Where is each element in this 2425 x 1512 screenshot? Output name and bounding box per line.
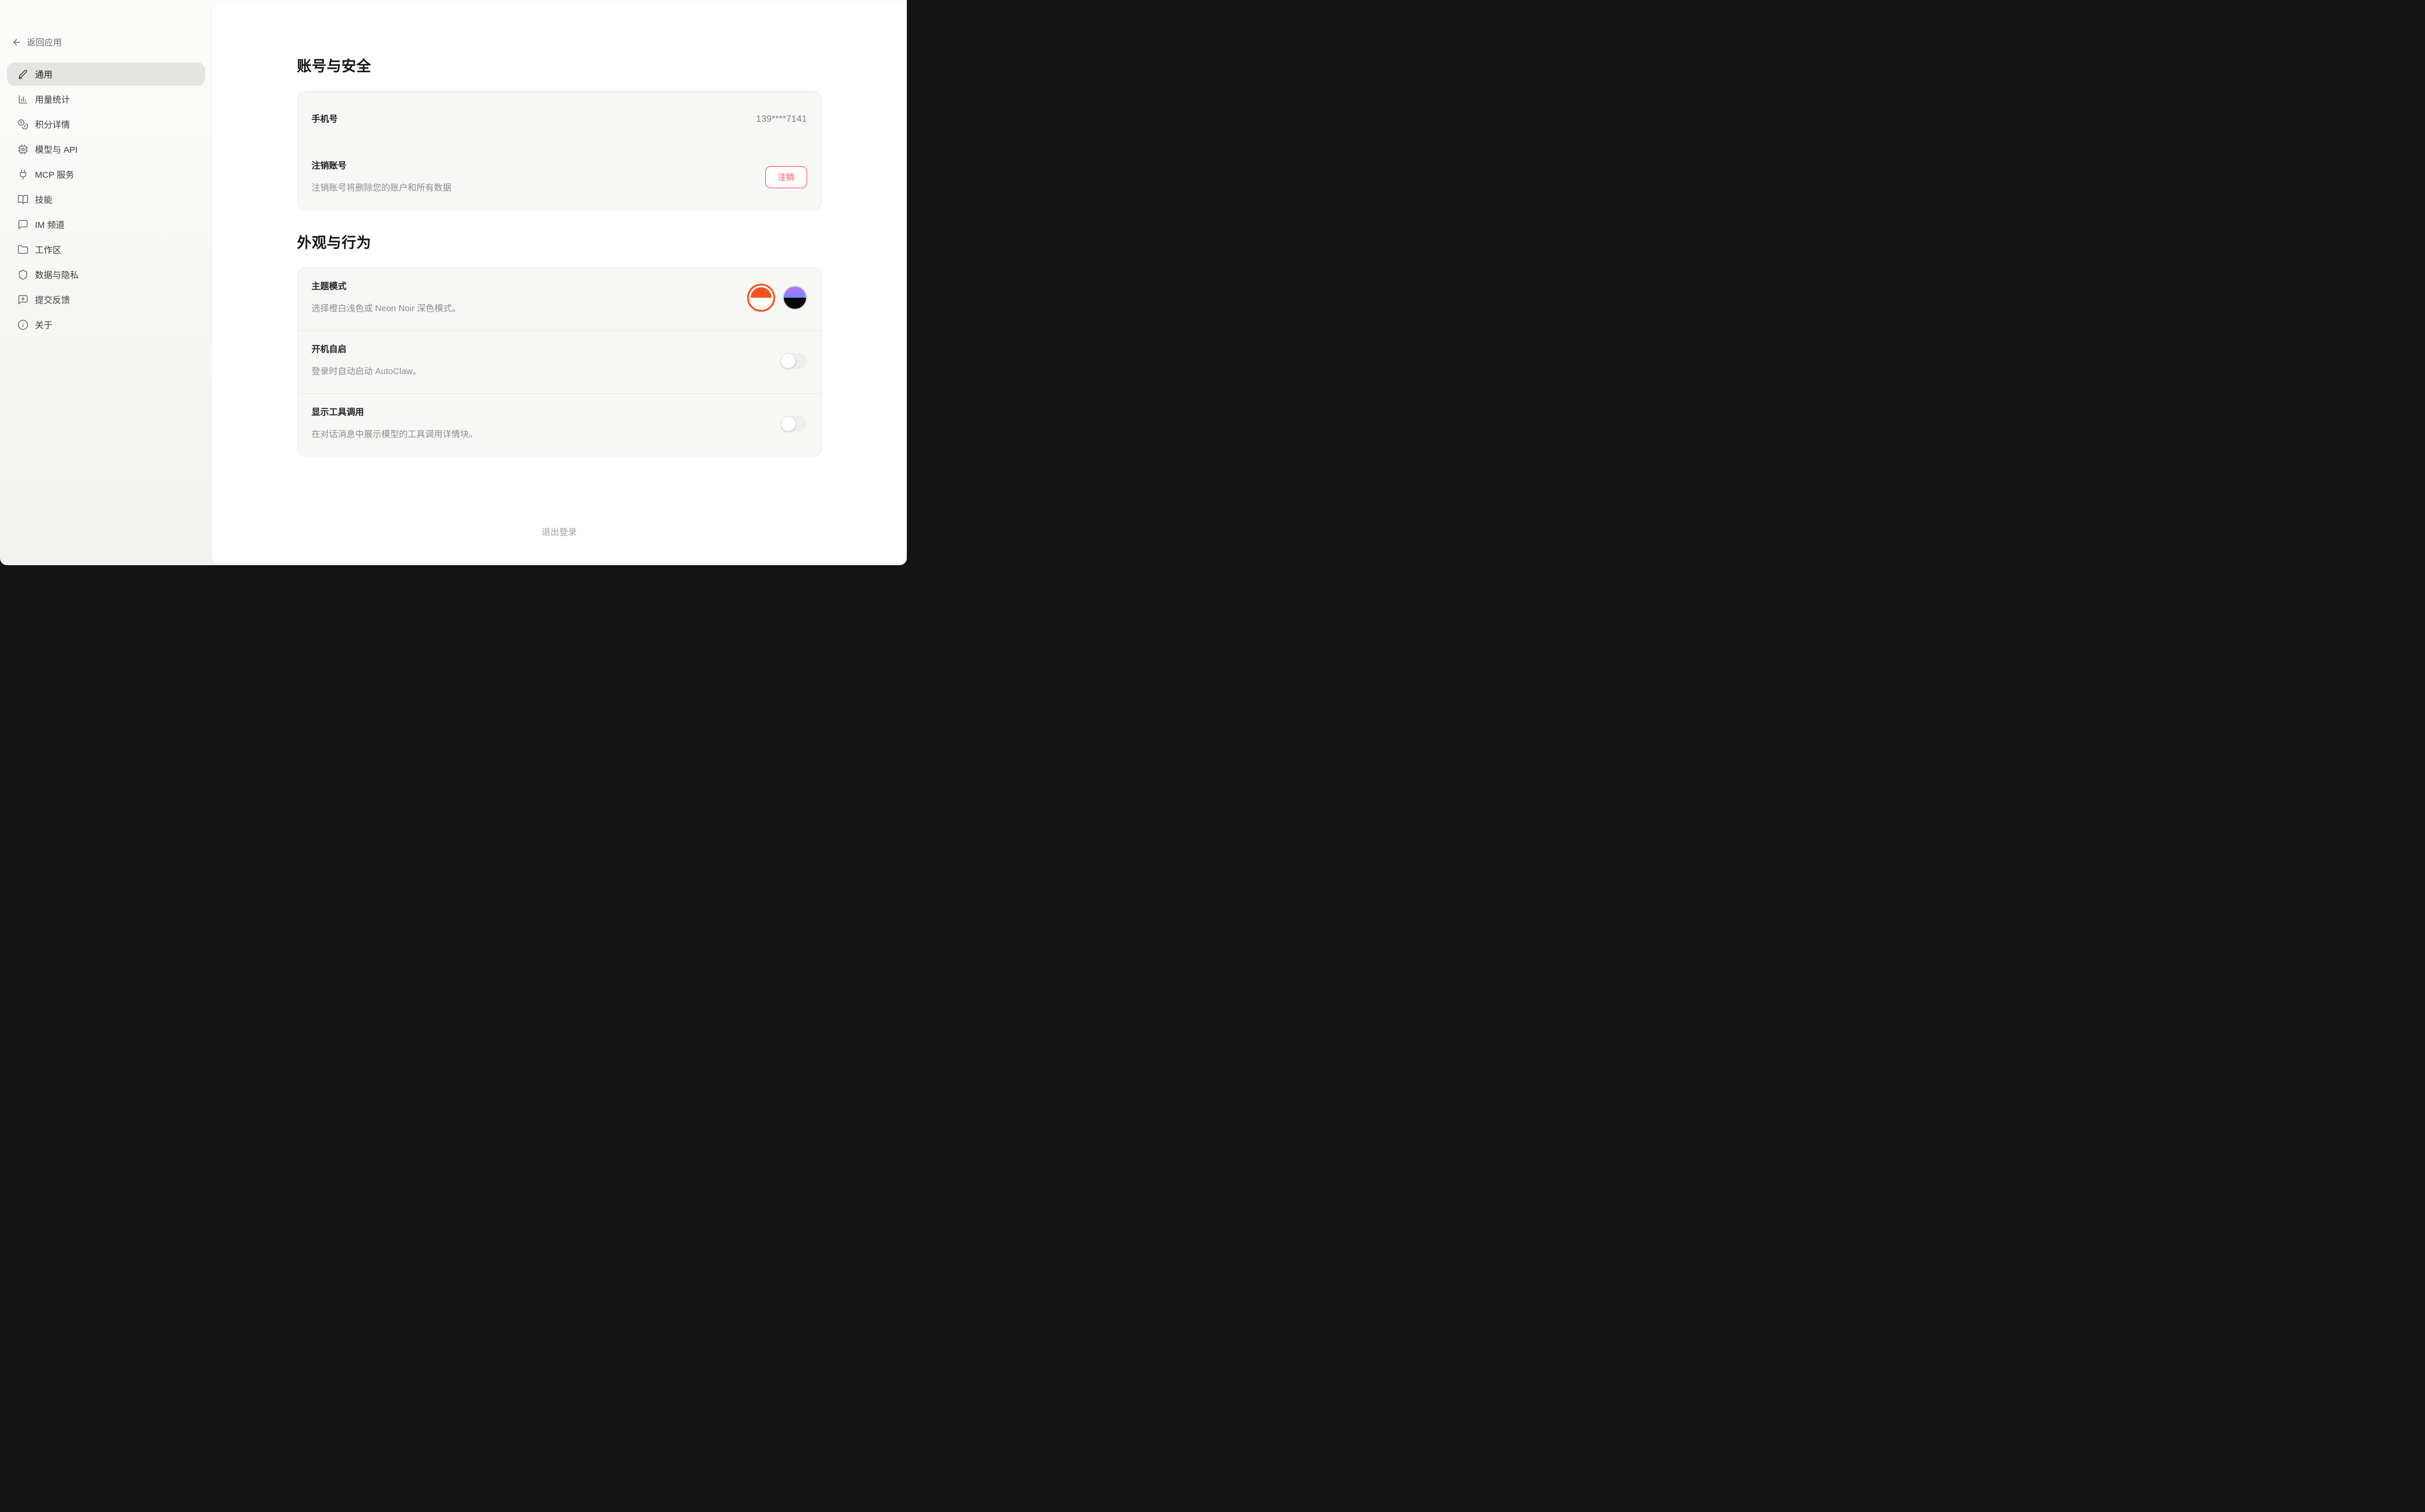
show-tool-calls-title: 显示工具调用: [312, 406, 478, 419]
sidebar-item-feedback[interactable]: 提交反馈: [7, 288, 205, 311]
pen-icon: [17, 69, 29, 80]
chat-bubble-icon: [17, 219, 29, 230]
sidebar-item-about[interactable]: 关于: [7, 313, 205, 336]
shield-icon: [17, 269, 29, 280]
sidebar-item-label: 积分详情: [35, 118, 70, 131]
appearance-behavior-card: 主题模式 选择橙白浅色或 Neon Noir 深色模式。 开机自启 登录时自动启…: [297, 267, 822, 457]
sidebar-item-workspace[interactable]: 工作区: [7, 238, 205, 261]
sidebar-item-im-channels[interactable]: IM 频道: [7, 213, 205, 236]
delete-account-button[interactable]: 注销: [765, 166, 807, 188]
sidebar-item-label: 用量统计: [35, 93, 70, 105]
logout-button[interactable]: 退出登录: [541, 526, 576, 538]
sidebar-item-label: 工作区: [35, 244, 61, 256]
sidebar-item-label: MCP 服务: [35, 168, 74, 181]
delete-account-text: 注销账号 注销账号将删除您的账户和所有数据: [312, 160, 452, 195]
phone-number-label: 手机号: [312, 113, 338, 126]
account-security-title: 账号与安全: [297, 55, 822, 76]
info-circle-icon: [17, 319, 29, 330]
light-theme-swatch[interactable]: [747, 284, 775, 312]
show-tool-calls-description: 在对话消息中展示模型的工具调用详情块。: [312, 428, 478, 441]
folder-icon: [17, 244, 29, 255]
light-theme-swatch-fill: [751, 287, 772, 308]
sidebar-item-mcp-services[interactable]: MCP 服务: [7, 163, 205, 186]
theme-mode-description: 选择橙白浅色或 Neon Noir 深色模式。: [312, 302, 461, 315]
delete-account-title: 注销账号: [312, 160, 452, 172]
show-tool-calls-text: 显示工具调用 在对话消息中展示模型的工具调用详情块。: [312, 406, 478, 441]
sidebar-item-data-privacy[interactable]: 数据与隐私: [7, 263, 205, 286]
back-to-app-label: 返回应用: [27, 36, 62, 48]
sidebar-item-label: 通用: [35, 68, 52, 80]
sidebar-item-label: 关于: [35, 319, 52, 331]
sidebar-item-label: 数据与隐私: [35, 269, 79, 281]
phone-number-row: 手机号 139****7141: [298, 91, 821, 147]
plug-icon: [17, 169, 29, 180]
sidebar-item-usage-stats[interactable]: 用量统计: [7, 87, 205, 111]
cpu-icon: [17, 144, 29, 155]
theme-mode-text: 主题模式 选择橙白浅色或 Neon Noir 深色模式。: [312, 280, 461, 315]
sidebar-item-general[interactable]: 通用: [7, 62, 205, 86]
theme-mode-title: 主题模式: [312, 280, 461, 293]
sidebar-item-models-api[interactable]: 模型与 API: [7, 138, 205, 161]
settings-sidebar: 返回应用 通用 用量统计 积分详情: [0, 0, 211, 565]
coins-icon: [17, 119, 29, 130]
theme-mode-row: 主题模式 选择橙白浅色或 Neon Noir 深色模式。: [298, 268, 821, 330]
delete-account-description: 注销账号将删除您的账户和所有数据: [312, 182, 452, 195]
sidebar-item-label: 提交反馈: [35, 294, 70, 306]
autostart-toggle[interactable]: [780, 353, 807, 369]
sidebar-item-skills[interactable]: 技能: [7, 188, 205, 211]
autostart-title: 开机自启: [312, 343, 421, 356]
logout-area: 退出登录: [297, 526, 822, 561]
sidebar-item-label: 模型与 API: [35, 143, 78, 156]
autostart-description: 登录时自动启动 AutoClaw。: [312, 365, 421, 378]
appearance-behavior-title: 外观与行为: [297, 231, 822, 252]
show-tool-calls-toggle[interactable]: [780, 416, 807, 432]
autostart-row: 开机自启 登录时自动启动 AutoClaw。: [298, 330, 821, 393]
sidebar-item-credits[interactable]: 积分详情: [7, 112, 205, 136]
book-open-icon: [17, 194, 29, 205]
delete-account-row: 注销账号 注销账号将删除您的账户和所有数据 注销: [298, 147, 821, 210]
account-security-card: 手机号 139****7141 注销账号 注销账号将删除您的账户和所有数据 注销: [297, 91, 822, 210]
message-plus-icon: [17, 294, 29, 305]
arrow-left-icon: [12, 37, 22, 47]
sidebar-item-label: IM 频道: [35, 218, 65, 231]
show-tool-calls-row: 显示工具调用 在对话消息中展示模型的工具调用详情块。: [298, 393, 821, 456]
toggle-knob: [781, 417, 796, 431]
dark-theme-swatch[interactable]: [783, 286, 807, 310]
bar-chart-icon: [17, 94, 29, 105]
back-to-app-button[interactable]: 返回应用: [7, 36, 62, 48]
toggle-knob: [781, 354, 796, 368]
sidebar-nav: 通用 用量统计 积分详情 模型与 API: [7, 62, 205, 336]
settings-main-panel: 账号与安全 手机号 139****7141 注销账号 注销账号将删除您的账户和所…: [211, 2, 907, 563]
theme-swatches: [747, 284, 807, 312]
app-window: 返回应用 通用 用量统计 积分详情: [0, 0, 907, 565]
sidebar-item-label: 技能: [35, 193, 52, 206]
phone-number-value: 139****7141: [756, 114, 807, 125]
autostart-text: 开机自启 登录时自动启动 AutoClaw。: [312, 343, 421, 378]
